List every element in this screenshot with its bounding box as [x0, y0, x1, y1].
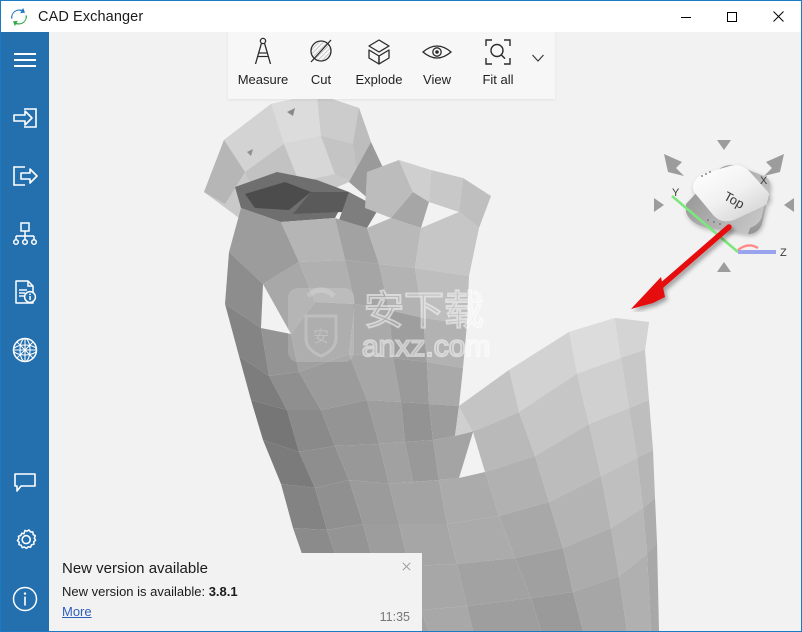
close-button[interactable] — [755, 1, 801, 32]
exploded-cube-icon — [365, 36, 393, 68]
title-bar: CAD Exchanger — [1, 1, 801, 32]
toolbar-button-explode[interactable]: Explode — [350, 27, 408, 99]
toolbar-label-cut: Cut — [310, 72, 332, 87]
sidebar-item-import[interactable] — [1, 94, 49, 142]
toolbar-label-view: View — [423, 72, 451, 87]
eye-icon — [421, 36, 453, 68]
chevron-down-icon — [532, 54, 544, 62]
close-icon — [401, 561, 411, 571]
caliper-icon — [250, 36, 276, 68]
sidebar — [1, 32, 49, 631]
minimize-icon — [681, 16, 691, 18]
sidebar-item-mesh[interactable] — [1, 326, 49, 374]
notification-message-prefix: New version is available: — [62, 584, 209, 599]
rotate-right-icon — [764, 154, 784, 176]
sidebar-item-menu[interactable] — [1, 36, 49, 84]
rotate-left-icon — [664, 154, 684, 176]
axis-label-z: Z — [780, 247, 787, 259]
sidebar-item-properties[interactable] — [1, 268, 49, 316]
sidebar-item-feedback[interactable] — [1, 459, 49, 507]
toolbar-button-measure[interactable]: Measure — [234, 27, 292, 99]
export-icon — [13, 166, 38, 186]
notification-time: 11:35 — [379, 610, 410, 624]
notification-more-link[interactable]: More — [62, 604, 92, 619]
notification-toast: New version available New version is ava… — [50, 553, 422, 631]
minimize-button[interactable] — [663, 1, 709, 32]
window-title: CAD Exchanger — [38, 8, 144, 25]
arrow-down-icon — [717, 262, 731, 272]
section-cut-icon — [307, 36, 335, 68]
cad-model-mesh — [204, 94, 659, 631]
toolbar-label-measure: Measure — [237, 72, 289, 87]
close-icon — [772, 11, 784, 22]
notification-close-button[interactable] — [398, 558, 414, 574]
sidebar-item-about[interactable] — [1, 575, 49, 623]
model-tree-icon — [12, 222, 38, 246]
sidebar-top-group — [1, 32, 49, 374]
window-controls — [663, 1, 801, 32]
sidebar-item-structure[interactable] — [1, 210, 49, 258]
sidebar-bottom-group — [1, 459, 49, 623]
toolbar-button-view[interactable]: View — [408, 27, 466, 99]
gear-icon — [16, 529, 37, 550]
notification-message: New version is available: 3.8.1 — [62, 584, 238, 599]
app-logo-icon — [9, 7, 29, 27]
maximize-icon — [727, 11, 737, 22]
maximize-button[interactable] — [709, 1, 755, 32]
notification-version: 3.8.1 — [208, 584, 238, 599]
view-cube[interactable]: Top Y X Z — [646, 132, 801, 287]
hamburger-menu-icon — [14, 53, 36, 67]
toolbar-button-cut[interactable]: Cut — [292, 27, 350, 99]
app-window: CAD Exchanger 安 安下载 anxz.com Top Y X Z M… — [0, 0, 802, 632]
info-circle-icon — [12, 586, 38, 612]
notification-title: New version available — [62, 560, 208, 577]
viewport-toolbar: Measure Cut Explode View Fit all — [228, 27, 555, 99]
toolbar-label-fit-all: Fit all — [482, 72, 514, 87]
globe-mesh-icon — [12, 337, 38, 363]
axis-label-y: Y — [672, 187, 680, 199]
chat-bubble-icon — [14, 473, 36, 492]
3d-viewport[interactable]: 安 安下载 anxz.com Top Y X Z — [49, 32, 801, 631]
sidebar-item-settings[interactable] — [1, 517, 49, 565]
fit-all-magnifier-icon — [483, 36, 513, 68]
arrow-right-icon — [784, 198, 794, 212]
document-info-icon — [15, 279, 37, 304]
toolbar-label-explode: Explode — [355, 72, 403, 87]
axis-label-x: X — [760, 175, 768, 187]
arrow-left-icon — [654, 198, 664, 212]
arrow-up-icon — [717, 140, 731, 150]
toolbar-button-fit-all[interactable]: Fit all — [466, 27, 530, 99]
import-icon — [13, 108, 37, 128]
sidebar-item-export[interactable] — [1, 152, 49, 200]
toolbar-dropdown-button[interactable] — [530, 27, 549, 99]
